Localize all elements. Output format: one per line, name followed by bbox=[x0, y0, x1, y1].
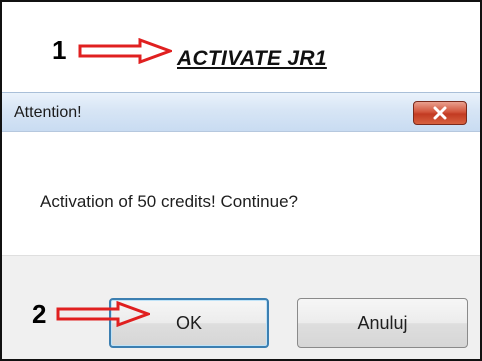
dialog-titlebar[interactable]: Attention! bbox=[2, 92, 480, 132]
top-strip: 1 ACTIVATE JR1 bbox=[2, 2, 480, 82]
step-2-arrow-icon bbox=[56, 301, 150, 327]
step-1-number: 1 bbox=[52, 35, 67, 65]
dialog-message: Activation of 50 credits! Continue? bbox=[40, 192, 298, 211]
close-button[interactable] bbox=[413, 101, 467, 125]
close-x-icon bbox=[433, 106, 447, 120]
dialog-body: Activation of 50 credits! Continue? bbox=[2, 132, 480, 255]
step-1-arrow-icon bbox=[78, 38, 172, 64]
screenshot-frame: 1 ACTIVATE JR1 Attention! Activation of … bbox=[0, 0, 482, 361]
activate-jr1-link[interactable]: ACTIVATE JR1 bbox=[177, 47, 327, 71]
step-2-number: 2 bbox=[32, 299, 47, 329]
dialog-title: Attention! bbox=[14, 104, 82, 121]
cancel-button[interactable]: Anuluj bbox=[297, 298, 468, 348]
